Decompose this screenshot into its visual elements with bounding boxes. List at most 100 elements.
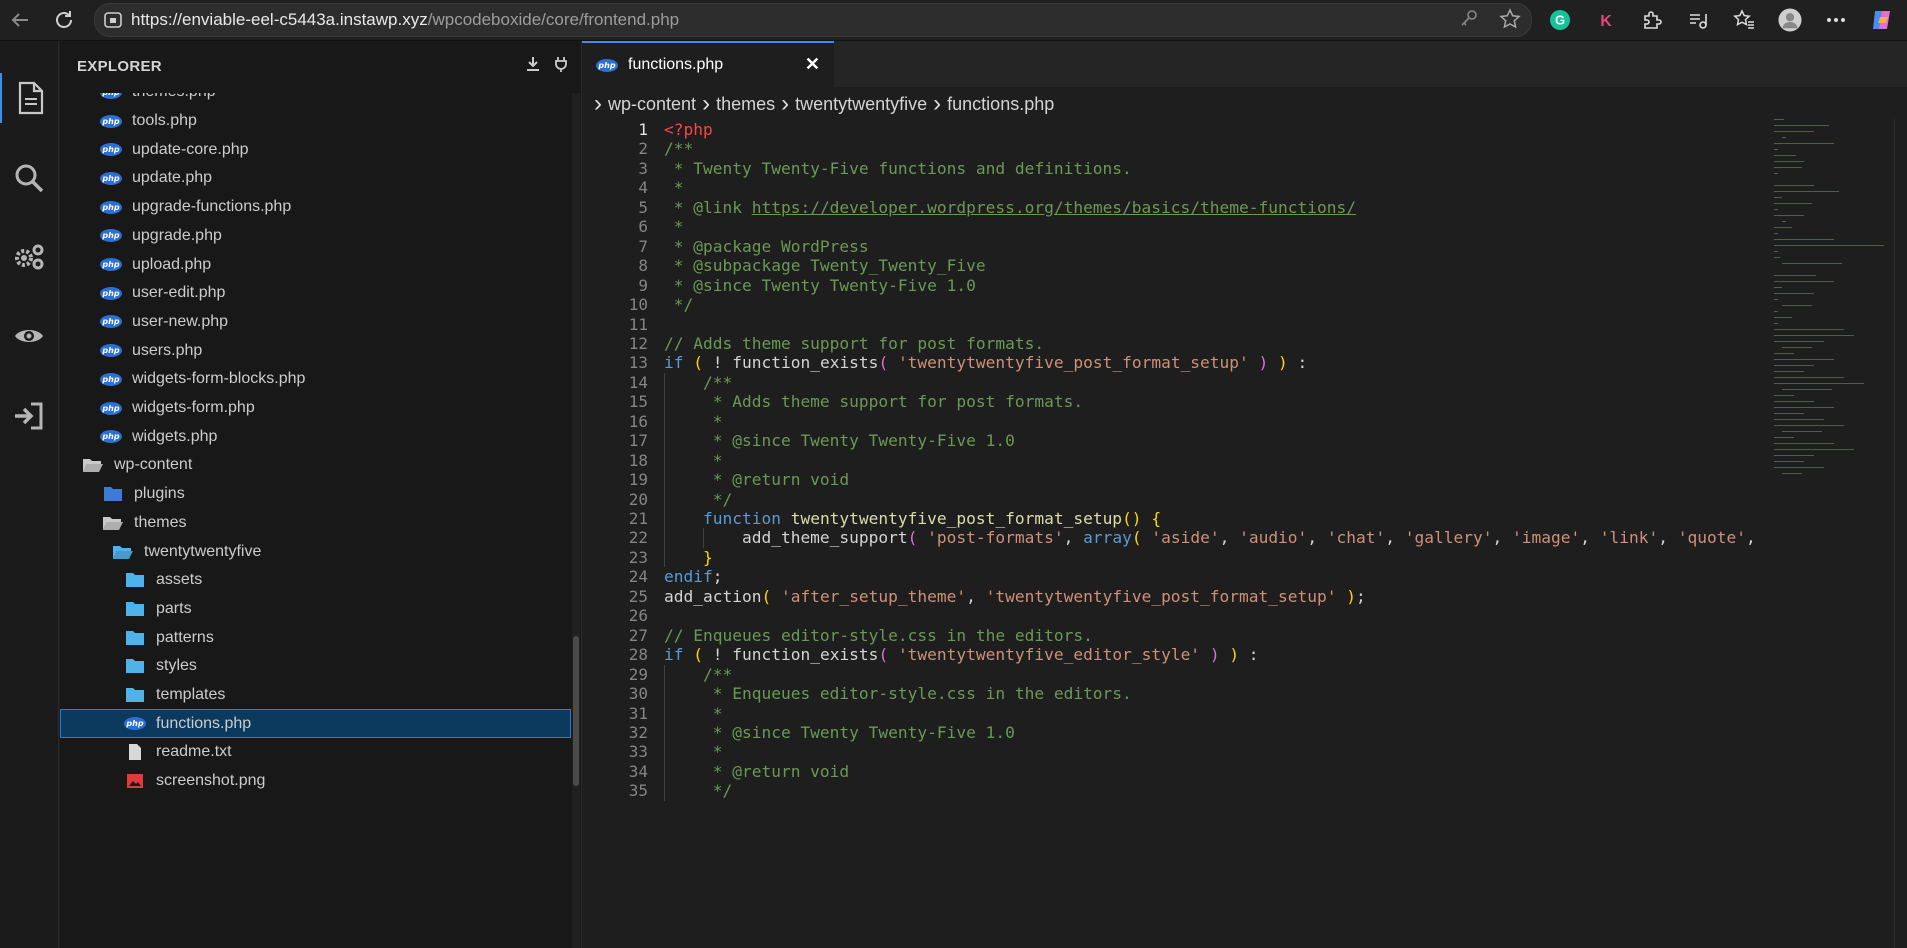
code-token: /** — [664, 139, 694, 159]
minimap[interactable] — [1772, 119, 1892, 479]
media-control-icon[interactable] — [1686, 8, 1710, 32]
tree-item[interactable]: plugins — [60, 480, 571, 509]
activity-explorer[interactable] — [0, 73, 60, 123]
code-line[interactable]: * @since Twenty Twenty-Five 1.0 — [664, 276, 976, 295]
code-line[interactable]: */ — [664, 490, 733, 509]
minimap-line — [1774, 149, 1778, 150]
code-line[interactable]: */ — [664, 295, 694, 314]
breadcrumb-item[interactable]: wp-content — [608, 94, 696, 115]
tree-item[interactable]: themes — [60, 509, 571, 538]
breadcrumb-item[interactable]: themes — [716, 94, 775, 115]
code-line[interactable]: function twentytwentyfive_post_format_se… — [664, 509, 1161, 528]
code-line[interactable]: endif; — [664, 567, 722, 586]
tree-item[interactable]: php users.php — [60, 336, 571, 365]
activity-exit[interactable] — [0, 391, 58, 441]
code-line[interactable]: * @return void — [664, 762, 849, 781]
favorites-icon[interactable] — [1732, 8, 1756, 32]
grammarly-extension-icon[interactable]: G — [1548, 8, 1572, 32]
tree-item[interactable]: parts — [60, 595, 571, 624]
tab-functions-php[interactable]: php functions.php ✕ — [582, 41, 834, 87]
activity-preview[interactable] — [0, 311, 58, 361]
code-line[interactable]: * Twenty Twenty-Five functions and defin… — [664, 159, 1132, 178]
tree-item[interactable]: php update.php — [60, 164, 571, 193]
tree-item[interactable]: twentytwentyfive — [60, 537, 571, 566]
key-icon[interactable] — [1459, 8, 1479, 28]
tree-item[interactable]: php widgets.php — [60, 422, 571, 451]
code-line[interactable]: /** — [664, 139, 693, 158]
editor-scrollbar[interactable] — [1894, 119, 1907, 948]
code-line[interactable]: * Adds theme support for post formats. — [664, 392, 1083, 411]
tree-item[interactable]: php tools.php — [60, 107, 571, 136]
code-line[interactable]: // Adds theme support for post formats. — [664, 334, 1044, 353]
code-line[interactable]: if ( ! function_exists( 'twentytwentyfiv… — [664, 645, 1259, 664]
sidebar-scrollbar[interactable] — [572, 93, 580, 948]
address-bar[interactable]: https://enviable-eel-c5443a.instawp.xyz/… — [94, 3, 1532, 37]
code-line[interactable]: <?php — [664, 120, 713, 139]
tree-item[interactable]: screenshot.png — [60, 767, 571, 796]
code-area[interactable]: 1 <?php 2 /** 3 * Twenty Twenty-Five functio… — [582, 119, 1767, 948]
tree-item[interactable]: php update-core.php — [60, 135, 571, 164]
indent-guide — [703, 528, 704, 548]
k-extension-icon[interactable]: K — [1594, 8, 1618, 32]
code-line[interactable]: // Enqueues editor-style.css in the edit… — [664, 626, 1093, 645]
code-line[interactable]: * @since Twenty Twenty-Five 1.0 — [664, 723, 1015, 742]
code-line[interactable]: * — [664, 178, 684, 197]
code-line[interactable]: } — [664, 548, 713, 567]
profile-avatar-icon[interactable] — [1778, 8, 1802, 32]
code-token: 'post-formats' — [927, 528, 1064, 548]
tree-item[interactable]: templates — [60, 681, 571, 710]
code-line[interactable]: * @package WordPress — [664, 237, 869, 256]
activity-settings[interactable] — [0, 232, 58, 282]
copilot-icon[interactable] — [1870, 8, 1894, 32]
sidebar-scrollbar-thumb[interactable] — [573, 636, 579, 786]
code-line[interactable]: * — [664, 742, 723, 761]
tree-item[interactable]: readme.txt — [60, 738, 571, 767]
extensions-puzzle-icon[interactable] — [1640, 8, 1664, 32]
code-line[interactable]: * — [664, 451, 723, 470]
tree-item[interactable]: php themes.php — [60, 93, 571, 107]
url-text[interactable]: https://enviable-eel-c5443a.instawp.xyz/… — [131, 10, 679, 30]
code-line[interactable]: /** — [664, 665, 732, 684]
code-line[interactable]: * — [664, 217, 684, 236]
tree-item[interactable]: php widgets-form-blocks.php — [60, 365, 571, 394]
reload-button[interactable] — [48, 4, 80, 36]
code-line[interactable]: * Enqueues editor-style.css in the edito… — [664, 684, 1132, 703]
back-button[interactable] — [4, 4, 36, 36]
tree-item[interactable]: php user-edit.php — [60, 279, 571, 308]
tree-item[interactable]: styles — [60, 652, 571, 681]
plug-icon[interactable] — [553, 56, 569, 72]
star-icon[interactable] — [1499, 8, 1521, 30]
download-icon[interactable] — [525, 56, 541, 72]
tree-item[interactable]: patterns — [60, 623, 571, 652]
tree-item[interactable]: php upload.php — [60, 250, 571, 279]
code-line[interactable]: add_theme_support( 'post-formats', array… — [664, 528, 1767, 547]
code-line[interactable]: * — [664, 704, 723, 723]
breadcrumb-item[interactable]: functions.php — [947, 94, 1054, 115]
tree-item[interactable]: php functions.php — [60, 709, 571, 739]
code-line[interactable]: * @since Twenty Twenty-Five 1.0 — [664, 431, 1015, 450]
tree-item[interactable]: php user-new.php — [60, 308, 571, 337]
code-line[interactable]: * @link https://developer.wordpress.org/… — [664, 198, 1356, 217]
tree-item-label: twentytwentyfive — [144, 542, 262, 560]
tree-item[interactable]: php upgrade-functions.php — [60, 193, 571, 222]
site-info-icon[interactable] — [103, 10, 123, 30]
code-line[interactable]: * — [664, 412, 723, 431]
code-line[interactable]: * @return void — [664, 470, 849, 489]
code-link[interactable]: https://developer.wordpress.org/themes/b… — [752, 198, 1356, 217]
breadcrumb-item[interactable]: twentytwentyfive — [795, 94, 927, 115]
tree-item[interactable]: assets — [60, 566, 571, 595]
code-line[interactable]: * @subpackage Twenty_Twenty_Five — [664, 256, 986, 275]
minimap-line — [1774, 209, 1778, 210]
tree-item[interactable]: php widgets-form.php — [60, 394, 571, 423]
code-line[interactable]: */ — [664, 781, 733, 800]
close-icon[interactable]: ✕ — [805, 54, 820, 75]
tree-item[interactable]: php upgrade.php — [60, 222, 571, 251]
more-options-icon[interactable] — [1824, 8, 1848, 32]
code-line[interactable]: add_action( 'after_setup_theme', 'twenty… — [664, 587, 1366, 606]
tree-item-label: templates — [156, 686, 226, 704]
tree-item[interactable]: wp-content — [60, 451, 571, 480]
code-line[interactable]: if ( ! function_exists( 'twentytwentyfiv… — [664, 353, 1307, 372]
code-line[interactable]: /** — [664, 373, 732, 392]
activity-search[interactable] — [0, 153, 58, 203]
